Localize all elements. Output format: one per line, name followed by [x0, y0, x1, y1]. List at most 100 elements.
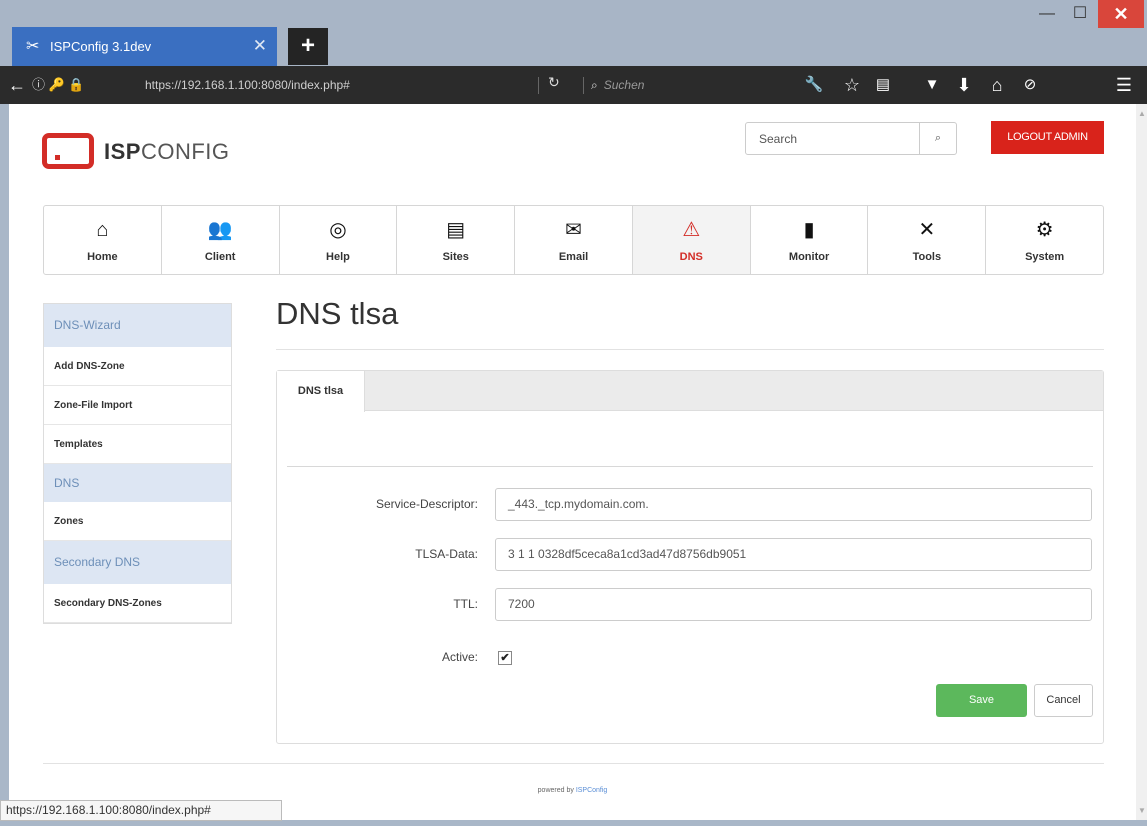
ttl-input[interactable]: 7200 [495, 588, 1092, 621]
powered-prefix: powered by [537, 787, 574, 794]
tab-dns-tlsa[interactable]: DNS tlsa [277, 371, 365, 412]
powered-link[interactable]: ISPConfig [576, 787, 608, 794]
main-navigation: ⌂ Home 👥 Client ◎ Help ▤ Sites ✉ Email ⚠ DNS ▮ Monito… [43, 205, 1104, 275]
nav-client[interactable]: 👥 Client [162, 206, 280, 274]
form-panel: DNS tlsa Service-Descriptor: _443._tcp.m… [276, 370, 1104, 744]
service-descriptor-input[interactable]: _443._tcp.mydomain.com. [495, 488, 1092, 521]
logout-button[interactable]: LOGOUT ADMIN [991, 121, 1104, 154]
browser-tab[interactable]: ✂ ISPConfig 3.1dev ✕ [12, 27, 277, 66]
addon-icon[interactable]: ⊘ [1018, 66, 1042, 104]
tab-title: ISPConfig 3.1dev [50, 39, 152, 54]
service-descriptor-label: Service-Descriptor: [375, 497, 478, 511]
save-button[interactable]: Save [936, 684, 1027, 717]
nav-sites[interactable]: ▤ Sites [397, 206, 516, 274]
nav-home[interactable]: ⌂ Home [44, 206, 162, 274]
active-checkbox[interactable]: ✔ [498, 651, 512, 665]
nav-label: Monitor [788, 251, 830, 263]
nav-tools[interactable]: ✕ Tools [868, 206, 987, 274]
tab-close-icon[interactable]: ✕ [253, 36, 267, 56]
new-tab-button[interactable]: + [288, 28, 328, 65]
nav-label: System [1025, 251, 1065, 263]
ttl-label: TTL: [453, 597, 478, 611]
nav-label: Home [87, 251, 118, 263]
tlsa-data-input[interactable]: 3 1 1 0328df5ceca8a1cd3ad47d8756db9051 [495, 538, 1092, 571]
tlsa-data-label: TLSA-Data: [415, 547, 478, 561]
minimize-button[interactable]: — [1030, 0, 1064, 28]
bookmark-star-icon[interactable]: ☆ [840, 66, 864, 104]
page-content: ISPCONFIG Search ⌕ LOGOUT ADMIN ⌂ Home 👥 Cl… [9, 104, 1136, 820]
nav-label: Email [558, 251, 589, 263]
nav-label: Sites [442, 251, 469, 263]
active-row: Active: ✔ [277, 641, 1103, 675]
form-tabbar: DNS tlsa [277, 371, 1103, 412]
ispconfig-logo[interactable]: ISPCONFIG [42, 128, 262, 170]
reload-icon[interactable]: ↻ [548, 74, 560, 91]
browser-search-field[interactable]: ⌕ Suchen [591, 74, 781, 96]
nav-system[interactable]: ⚙ System [986, 206, 1103, 274]
gear-icon: ⚙ [1035, 219, 1054, 241]
nav-monitor[interactable]: ▮ Monitor [751, 206, 869, 274]
page-title: DNS tlsa [276, 296, 399, 331]
cancel-button[interactable]: Cancel [1034, 684, 1093, 717]
sidebar-section-title: DNS [44, 464, 231, 502]
footer-divider [43, 763, 1104, 764]
logo-text: ISPCONFIG [104, 139, 230, 164]
home-browser-icon[interactable]: ⌂ [985, 66, 1009, 104]
address-bar[interactable]: ⓘ 🔑 🔒 https://192.168.1.100:8080/index.p… [32, 74, 537, 96]
sidebar-section-title: DNS-Wizard [44, 304, 231, 347]
scroll-down-icon[interactable]: ▼ [1138, 806, 1146, 815]
search-input[interactable]: Search ⌕ [745, 122, 957, 155]
sidebar-item-zone-file-import[interactable]: Zone-File Import [44, 386, 231, 425]
search-placeholder: Search [759, 132, 798, 146]
sidebar-item-templates[interactable]: Templates [44, 425, 231, 464]
scroll-up-icon[interactable]: ▲ [1138, 109, 1146, 118]
search-separator [583, 77, 584, 94]
sidebar-item-add-dns-zone[interactable]: Add DNS-Zone [44, 347, 231, 386]
nav-label: Help [326, 251, 350, 263]
reader-icon[interactable]: ▤ [871, 66, 895, 104]
browser-search-placeholder: Suchen [603, 78, 645, 92]
tlsa-data-row: TLSA-Data: 3 1 1 0328df5ceca8a1cd3ad47d8… [277, 538, 1103, 572]
maximize-button[interactable]: ☐ [1063, 0, 1097, 28]
logo-monitor-icon [42, 133, 94, 169]
download-icon[interactable]: ⬇ [952, 66, 976, 104]
search-button-icon[interactable]: ⌕ [919, 123, 956, 154]
form-divider [287, 466, 1093, 467]
wrench-icon[interactable]: 🔧 [802, 66, 826, 104]
powered-by: powered by ISPConfig [9, 787, 1136, 794]
close-window-button[interactable]: ✕ [1098, 0, 1144, 28]
active-label: Active: [441, 650, 478, 664]
search-icon: ⌕ [591, 78, 598, 92]
sidebar-section-title: Secondary DNS [44, 541, 231, 584]
tools-icon: ✕ [918, 219, 936, 241]
vertical-scrollbar[interactable]: ▲ ▼ [1136, 104, 1147, 820]
monitor-icon: ▮ [803, 219, 815, 241]
users-icon: 👥 [207, 219, 233, 241]
nav-help[interactable]: ◎ Help [280, 206, 398, 274]
browser-navbar: ← ⓘ 🔑 🔒 https://192.168.1.100:8080/index… [0, 66, 1147, 104]
pocket-icon[interactable]: ▼ [920, 66, 944, 104]
sidebar-item-secondary-dns-zones[interactable]: Secondary DNS-Zones [44, 584, 231, 623]
site-info-icons[interactable]: ⓘ 🔑 🔒 [32, 74, 85, 96]
status-bar-url: https://192.168.1.100:8080/index.php# [0, 800, 282, 821]
nav-label: Client [204, 251, 236, 263]
nav-label: Tools [912, 251, 942, 263]
browser-titlebar: ✂ ISPConfig 3.1dev ✕ + — ☐ ✕ [0, 0, 1147, 66]
nav-dns[interactable]: ⚠ DNS [632, 206, 751, 274]
ttl-row: TTL: 7200 [277, 588, 1103, 622]
service-descriptor-row: Service-Descriptor: _443._tcp.mydomain.c… [277, 488, 1103, 522]
url-separator [538, 77, 539, 94]
url-text: https://192.168.1.100:8080/index.php# [145, 78, 350, 92]
sidebar-item-zones[interactable]: Zones [44, 502, 231, 541]
email-icon: ✉ [565, 219, 582, 241]
nav-label: DNS [679, 251, 703, 263]
back-icon[interactable]: ← [6, 66, 28, 104]
sidebar: DNS-Wizard Add DNS-Zone Zone-File Import Te… [43, 303, 232, 624]
lifebuoy-icon: ◎ [329, 219, 347, 241]
dns-icon: ⚠ [682, 219, 701, 241]
menu-icon[interactable]: ☰ [1112, 66, 1136, 104]
ispconfig-tab-icon: ✂ [26, 38, 40, 55]
title-divider [276, 349, 1104, 350]
home-icon: ⌂ [96, 219, 109, 241]
nav-email[interactable]: ✉ Email [515, 206, 633, 274]
